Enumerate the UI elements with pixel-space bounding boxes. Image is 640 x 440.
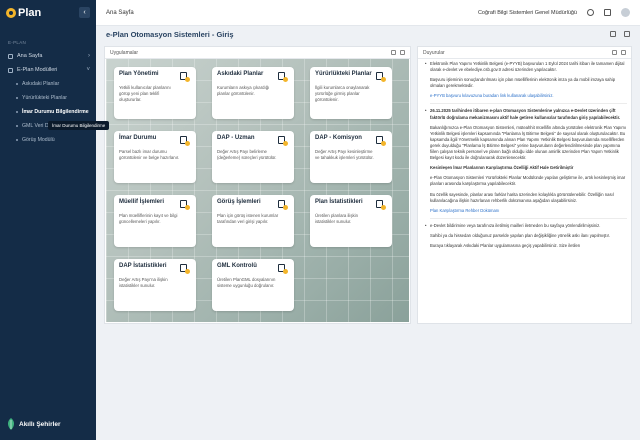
applications-grid: Plan Yönetimi Yetkili kullanıcılar planl…	[106, 59, 409, 322]
brand: Plan ‹	[0, 0, 96, 26]
tile-description: Değer Artış Payı'na ilişkin istatistikle…	[119, 277, 168, 288]
sidebar-subitem-opinion-module[interactable]: Görüş Modülü	[0, 133, 96, 147]
eplan-logo[interactable]: Plan	[6, 7, 41, 19]
chart-icon	[180, 264, 190, 274]
divider	[430, 217, 627, 219]
panel-title: Duyurular	[423, 49, 445, 56]
home-icon	[8, 53, 13, 59]
tile-dap-statistics[interactable]: DAP İstatistikleri Değer Artış Payı'na i…	[114, 259, 196, 311]
plan-management-icon	[180, 72, 190, 82]
announcement-text: e-Plan Otomasyon Sistemleri Yürürlükteki…	[430, 175, 626, 187]
suspended-plans-icon	[278, 72, 288, 82]
panel-header: Uygulamalar	[105, 47, 410, 59]
chart-icon	[278, 136, 288, 146]
modules-icon	[8, 67, 13, 73]
sidebar: Plan ‹ E-PLAN Ana Sayfa › E-Plan Modülle…	[0, 0, 110, 440]
fullscreen-icon[interactable]	[624, 31, 630, 37]
expand-icon[interactable]	[612, 50, 617, 55]
tile-description: Parsel bazlı imar durumu görüntülenir ve…	[119, 149, 180, 160]
announcement-item: e-Devlet bildirimine veya tarafınıza ile…	[422, 223, 627, 229]
zoning-status-icon	[180, 136, 190, 146]
announcement-heading: Kesinleşen İmar Planlarının Karşılaştırm…	[430, 165, 574, 171]
logo-mark-icon	[6, 8, 16, 18]
active-plans-icon	[376, 72, 386, 82]
tile-description: Değer Artış Payı belirleme (değerleme) s…	[217, 149, 277, 160]
sidebar-item-home[interactable]: Ana Sayfa ›	[0, 49, 96, 63]
sidebar-item-label: Ana Sayfa	[17, 53, 43, 59]
announcement-item: Elektronik Plan Yapımı Yetkinlik Belgesi…	[422, 61, 627, 73]
tile-description: Plan için görüş istenen kurumlar tarafın…	[217, 213, 279, 224]
tile-description: Yetkili kullanıcılar planlarını görüp ye…	[119, 85, 171, 102]
tile-description: Değer Artış Payı kesinleştirme ve tahakk…	[315, 149, 374, 160]
avatar[interactable]	[621, 8, 630, 17]
users-icon	[278, 200, 288, 210]
tile-suspended-plans[interactable]: Askıdaki Planlar Kurumların askıya çıkar…	[212, 67, 294, 119]
sidebar-subitem-active-plans[interactable]: Yürürlükteki Planlar	[0, 91, 96, 105]
announcement-text: Başvuru işleminin sonuçlandırılması için…	[430, 77, 616, 89]
theme-toggle-icon[interactable]	[587, 9, 594, 16]
tile-opinion-operations[interactable]: Görüş İşlemleri Plan için görüş istenen …	[212, 195, 294, 247]
panel-title: Uygulamalar	[110, 49, 139, 56]
tile-description: İlgili kurumlarca onaylanarak yürürlüğe …	[315, 85, 370, 102]
chevron-down-icon: ˅	[86, 67, 90, 73]
tile-gml-check[interactable]: GML Kontrolü Üretilen PlanGML dosyaların…	[212, 259, 294, 311]
guide-link[interactable]: e-PYYB başvuru kılavuzuna buradan link k…	[422, 93, 627, 99]
tile-description: Üretilen PlanGML dosyalarının sisteme uy…	[217, 277, 276, 288]
smart-cities-logo: Akıllı Şehirler	[6, 418, 61, 430]
brand-name: Plan	[18, 7, 42, 19]
sidebar-item-label: E-Plan Modülleri	[17, 67, 58, 73]
tile-plan-management[interactable]: Plan Yönetimi Yetkili kullanıcılar planl…	[114, 67, 196, 119]
page-header: e-Plan Otomasyon Sistemleri - Giriş	[96, 26, 640, 42]
breadcrumb[interactable]: Ana Sayfa	[106, 10, 134, 16]
announcement-item: 26.11.2025 tarihinden itibaren e-plan Ot…	[422, 108, 627, 120]
collapse-sidebar-button[interactable]: ‹	[79, 7, 90, 18]
sidebar-subitem-suspended-plans[interactable]: Askıdaki Planlar	[0, 77, 96, 91]
expand-icon[interactable]	[391, 50, 396, 55]
apps-grid-icon[interactable]	[604, 9, 611, 16]
sidebar-tooltip: İmar Durumu Bilgilendirme	[48, 121, 110, 130]
leaf-icon	[8, 418, 14, 430]
maximize-icon[interactable]	[621, 50, 626, 55]
announcement-text: Bakanlığımızca e-Plan Otomasyon Sistemle…	[430, 124, 627, 161]
tile-description: Plan müelliflerinin kayıt ve bilgi günce…	[119, 213, 178, 224]
tile-dap-expert[interactable]: DAP - Uzman Değer Artış Payı belirleme (…	[212, 131, 294, 183]
panel-header: Duyurular	[418, 47, 631, 59]
chevron-right-icon: ›	[88, 53, 90, 59]
print-icon[interactable]	[610, 31, 616, 37]
nav-section-label: E-PLAN	[8, 40, 27, 45]
users-icon	[180, 200, 190, 210]
tile-zoning-status[interactable]: İmar Durumu Parsel bazlı imar durumu gör…	[114, 131, 196, 183]
tile-description: Kurumların askıya çıkardığı planlar görü…	[217, 85, 270, 96]
sidebar-subitem-zoning-info[interactable]: İmar Durumu Bilgilendirme	[0, 105, 96, 119]
chart-icon	[376, 136, 386, 146]
organization-name: Coğrafi Bilgi Sistemleri Genel Müdürlüğü	[477, 9, 577, 16]
divider	[430, 103, 627, 105]
announcements-content: Elektronik Plan Yapımı Yetkinlik Belgesi…	[422, 61, 627, 321]
announcement-text: Bu özellik sayesinde, planlar arası fark…	[430, 191, 614, 203]
document-icon	[376, 200, 386, 210]
comparison-guide-link[interactable]: Plan Karşılaştırma Rehber Dokümanı	[422, 208, 627, 214]
announcement-text: Sahibi ya da hissedarı olduğunuz parseld…	[430, 232, 610, 238]
sidebar-item-eplan-modules[interactable]: E-Plan Modülleri ˅	[0, 63, 96, 77]
footer-label: Akıllı Şehirler	[19, 420, 61, 428]
tile-author-operations[interactable]: Müellif İşlemleri Plan müelliflerinin ka…	[114, 195, 196, 247]
announcement-text: Buraya tıklayarak Askıdaki Planlar uygul…	[430, 242, 581, 248]
document-icon	[278, 264, 288, 274]
tile-active-plans[interactable]: Yürürlükteki Planlar İlgili kurumlarca o…	[310, 67, 392, 119]
topbar: Ana Sayfa Coğrafi Bilgi Sistemleri Genel…	[96, 0, 640, 26]
page-title: e-Plan Otomasyon Sistemleri - Giriş	[106, 29, 234, 39]
tile-dap-commission[interactable]: DAP - Komisyon Değer Artış Payı kesinleş…	[310, 131, 392, 183]
tile-description: Üretilen planlara ilişkin istatistikler …	[315, 213, 358, 224]
maximize-icon[interactable]	[400, 50, 405, 55]
announcements-panel: Duyurular Elektronik Plan Yapımı Yetkinl…	[417, 46, 632, 324]
applications-panel: Uygulamalar Plan Yönetimi Yetkili kullan…	[104, 46, 411, 324]
tile-plan-statistics[interactable]: Plan İstatistikleri Üretilen planlara il…	[310, 195, 392, 247]
